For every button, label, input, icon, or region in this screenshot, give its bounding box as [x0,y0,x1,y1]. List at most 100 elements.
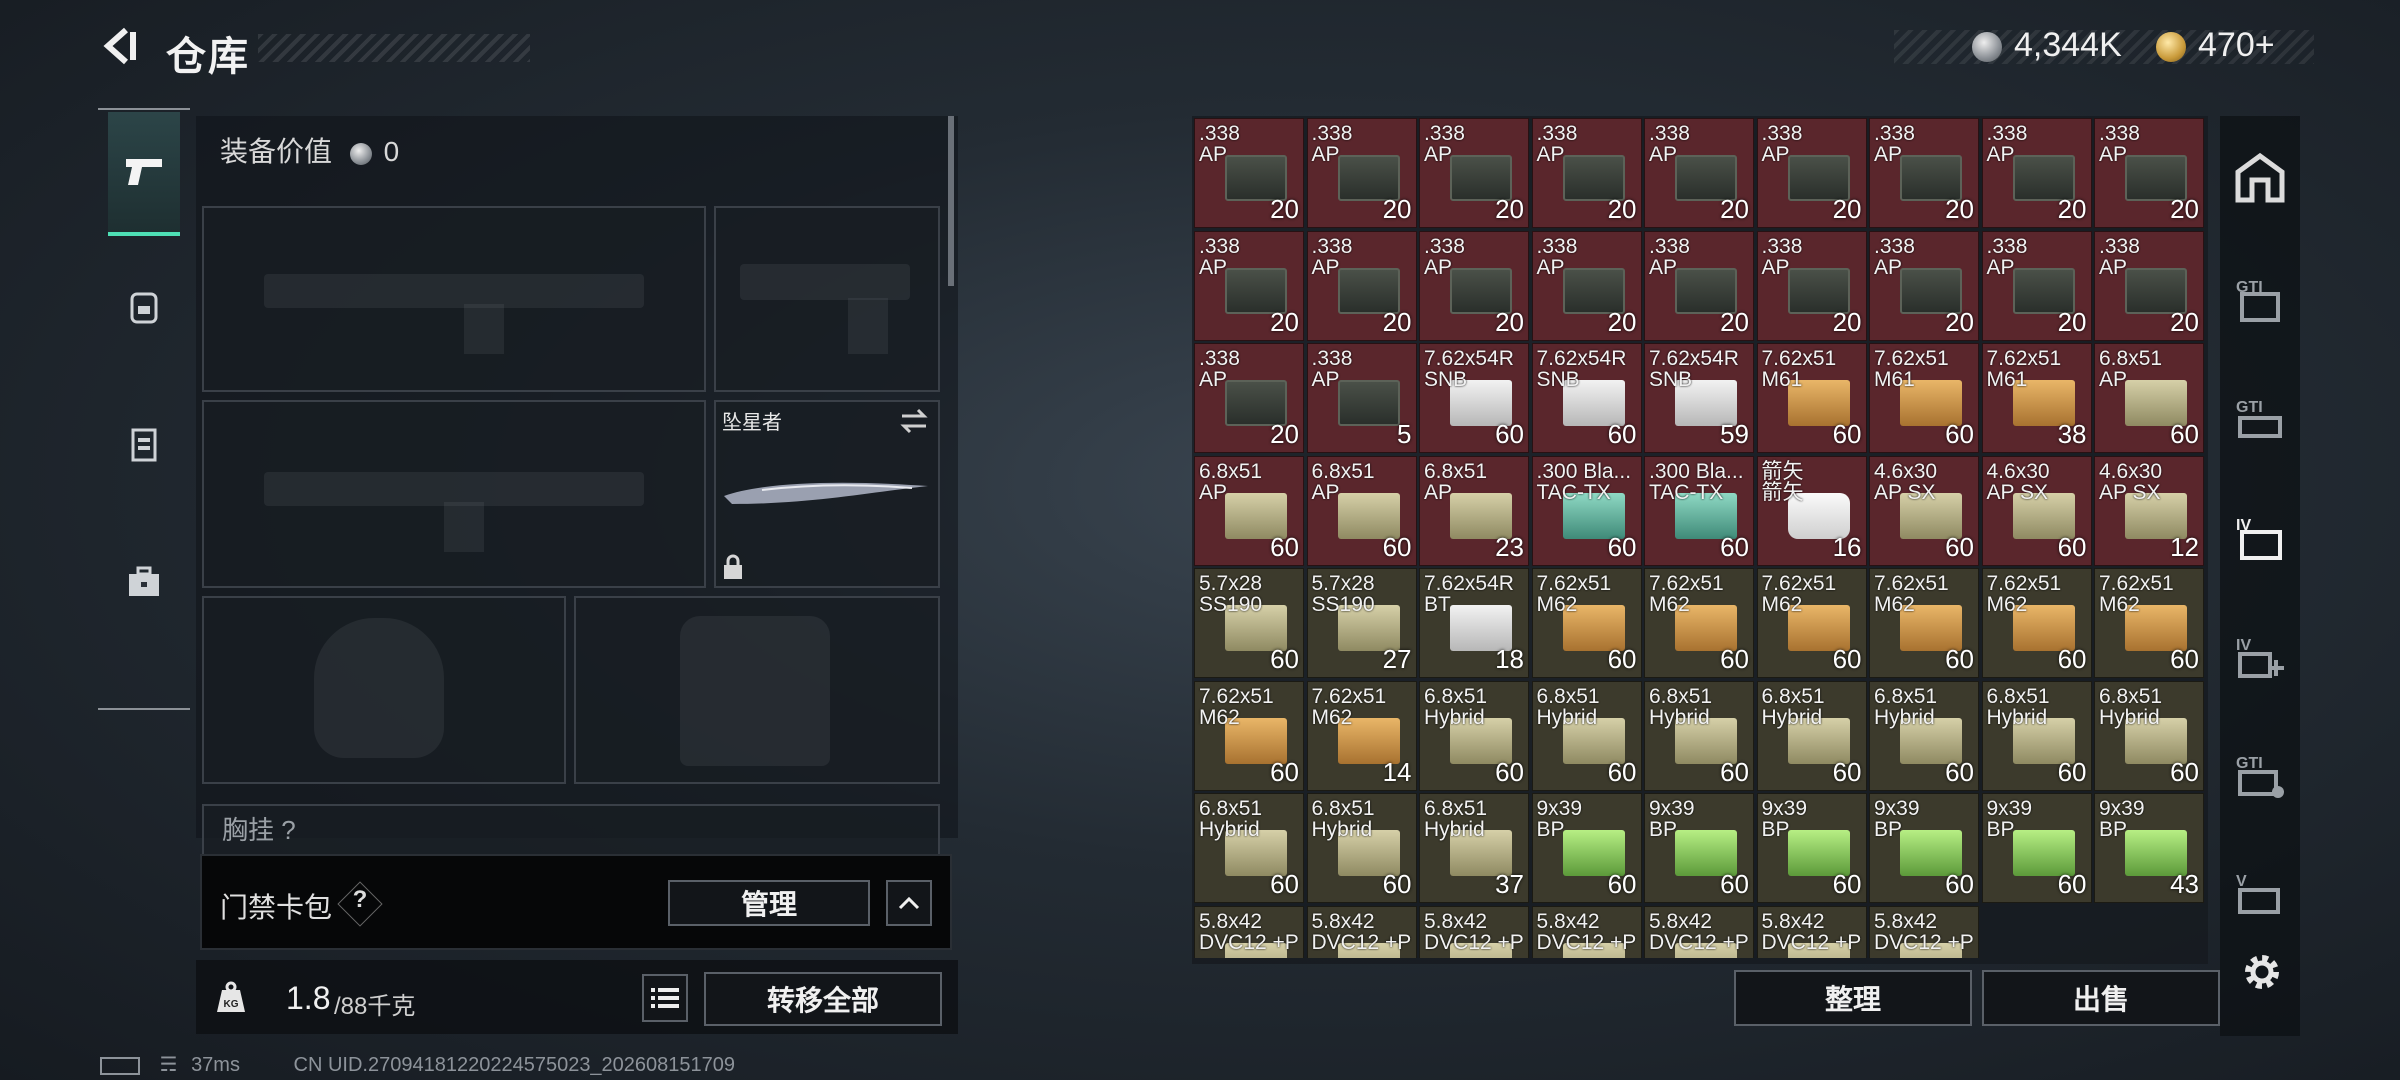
inventory-item[interactable]: .338 AP 20 [1981,118,2092,228]
inventory-item[interactable]: .338 AP 20 [2094,118,2204,228]
inventory-item[interactable]: .338 AP 20 [1531,230,1642,341]
slot-pistol[interactable] [714,206,940,392]
storage-tab-5-icon[interactable]: GTI [2232,748,2288,804]
sell-button[interactable]: 出售 [1982,970,2220,1026]
inventory-item[interactable]: .338 AP 20 [1531,118,1642,228]
inventory-item[interactable]: .338 AP 5 [1306,343,1417,453]
inventory-item[interactable]: 4.6x30 AP SX 60 [1981,455,2092,566]
warehouse-home-icon[interactable] [2232,150,2288,206]
inventory-item[interactable]: 7.62x51 M62 60 [1756,568,1867,678]
inventory-item[interactable]: 5.8x42 DVC12 +P [1194,905,1304,958]
slot-secondary-weapon[interactable] [202,400,706,588]
inventory-item[interactable]: 5.8x42 DVC12 +P [1869,905,1979,958]
gear-icon[interactable] [2238,948,2286,996]
storage-tab-6-icon[interactable]: V [2232,866,2288,922]
inventory-item[interactable]: 6.8x51 Hybrid 60 [1419,680,1529,791]
item-quantity: 60 [1607,644,1637,674]
swap-icon[interactable] [898,408,930,434]
inventory-item[interactable]: .338 AP 20 [1419,230,1529,341]
inventory-item[interactable]: 6.8x51 Hybrid 60 [1306,793,1417,903]
gold-balance[interactable]: 470+ [2198,26,2275,65]
inventory-item[interactable]: 箭矢 箭矢 16 [1756,455,1867,566]
inventory-item[interactable]: .338 AP 20 [1644,230,1754,341]
inventory-item[interactable]: 7.62x51 M62 60 [1194,680,1304,791]
slot-primary-weapon[interactable] [202,206,706,392]
inventory-item[interactable]: .338 AP 20 [1869,230,1979,341]
inventory-item[interactable]: .338 AP 20 [2094,230,2204,341]
inventory-item[interactable]: 6.8x51 AP 60 [2094,343,2204,453]
inventory-item[interactable]: .338 AP 20 [1756,230,1867,341]
inventory-item[interactable]: 5.8x42 DVC12 +P [1306,905,1417,958]
inventory-item[interactable]: 4.6x30 AP SX 60 [1869,455,1979,566]
inventory-item[interactable]: 9x39 BP 60 [1869,793,1979,903]
inventory-item[interactable]: .338 AP 20 [1419,118,1529,228]
inventory-item[interactable]: 6.8x51 Hybrid 60 [1194,793,1304,903]
inventory-item[interactable]: 4.6x30 AP SX 12 [2094,455,2204,566]
list-view-button[interactable] [642,974,688,1022]
storage-tab-2-icon[interactable]: GTI [2232,392,2288,448]
inventory-item[interactable]: 6.8x51 Hybrid 60 [1869,680,1979,791]
inventory-item[interactable]: 6.8x51 Hybrid 60 [2094,680,2204,791]
slot-armor[interactable] [574,596,940,784]
inventory-item[interactable]: 7.62x54R SNB 59 [1644,343,1754,453]
inventory-item[interactable]: 5.8x42 DVC12 +P [1531,905,1642,958]
inventory-item[interactable]: 6.8x51 Hybrid 60 [1756,680,1867,791]
inventory-item[interactable]: 5.7x28 SS190 60 [1194,568,1304,678]
inventory-item[interactable]: 9x39 BP 60 [1644,793,1754,903]
inventory-item[interactable]: 5.8x42 DVC12 +P [1644,905,1754,958]
inventory-item[interactable]: .338 AP 20 [1306,118,1417,228]
inventory-item[interactable]: 6.8x51 Hybrid 37 [1419,793,1529,903]
inventory-item[interactable]: 6.8x51 AP 23 [1419,455,1529,566]
inventory-item[interactable]: .338 AP 20 [1194,230,1304,341]
storage-tab-4-icon[interactable]: IV [2232,630,2288,686]
inventory-item[interactable]: 7.62x51 M62 14 [1306,680,1417,791]
inventory-item[interactable]: 7.62x54R SNB 60 [1531,343,1642,453]
inventory-item[interactable]: 7.62x51 M62 60 [2094,568,2204,678]
inventory-item[interactable]: .300 Bla... TAC-TX 60 [1531,455,1642,566]
inventory-item[interactable]: 6.8x51 Hybrid 60 [1644,680,1754,791]
slot-melee[interactable]: 坠星者 [714,400,940,588]
inventory-item[interactable]: .338 AP 20 [1194,343,1304,453]
inventory-item[interactable]: 7.62x51 M62 60 [1644,568,1754,678]
inventory-item[interactable]: 6.8x51 AP 60 [1194,455,1304,566]
manage-button[interactable]: 管理 [668,880,870,926]
inventory-item[interactable]: 7.62x51 M62 60 [1869,568,1979,678]
inventory-item[interactable]: 6.8x51 AP 60 [1306,455,1417,566]
tab-weapons[interactable] [108,112,180,236]
inventory-item[interactable]: .338 AP 20 [1756,118,1867,228]
inventory-item[interactable]: 7.62x54R SNB 60 [1419,343,1529,453]
inventory-item[interactable]: .338 AP 20 [1306,230,1417,341]
inventory-item[interactable]: 9x39 BP 60 [1531,793,1642,903]
inventory-item[interactable]: .338 AP 20 [1644,118,1754,228]
inventory-item[interactable]: 9x39 BP 60 [1981,793,2092,903]
silver-balance: 4,344K [2014,26,2122,64]
inventory-item[interactable]: 7.62x54R BT 18 [1419,568,1529,678]
slot-helmet[interactable] [202,596,566,784]
back-arrow-icon[interactable] [96,22,144,70]
inventory-item[interactable]: .338 AP 20 [1194,118,1304,228]
tab-armor[interactable] [108,246,180,366]
tab-case[interactable] [108,522,180,642]
tab-vest[interactable] [108,384,180,504]
inventory-item[interactable]: 5.8x42 DVC12 +P [1756,905,1867,958]
storage-tab-1-icon[interactable]: GTI [2232,272,2288,328]
inventory-item[interactable]: 7.62x51 M61 60 [1869,343,1979,453]
inventory-item[interactable]: 9x39 BP 43 [2094,793,2204,903]
transfer-all-button[interactable]: 转移全部 [704,972,942,1026]
inventory-item[interactable]: 7.62x51 M62 60 [1981,568,2092,678]
inventory-item[interactable]: 5.7x28 SS190 27 [1306,568,1417,678]
inventory-item[interactable]: 7.62x51 M62 60 [1531,568,1642,678]
inventory-item[interactable]: 5.8x42 DVC12 +P [1419,905,1529,958]
sort-button[interactable]: 整理 [1734,970,1972,1026]
inventory-item[interactable]: .338 AP 20 [1869,118,1979,228]
inventory-item[interactable]: 7.62x51 M61 38 [1981,343,2092,453]
inventory-item[interactable]: .300 Bla... TAC-TX 60 [1644,455,1754,566]
inventory-item[interactable]: .338 AP 20 [1981,230,2092,341]
inventory-item[interactable]: 7.62x51 M61 60 [1756,343,1867,453]
collapse-button[interactable] [886,880,932,926]
inventory-item[interactable]: 6.8x51 Hybrid 60 [1981,680,2092,791]
scrollbar[interactable] [948,116,954,286]
inventory-item[interactable]: 6.8x51 Hybrid 60 [1531,680,1642,791]
storage-tab-3-icon[interactable]: IV [2232,510,2288,566]
inventory-item[interactable]: 9x39 BP 60 [1756,793,1867,903]
